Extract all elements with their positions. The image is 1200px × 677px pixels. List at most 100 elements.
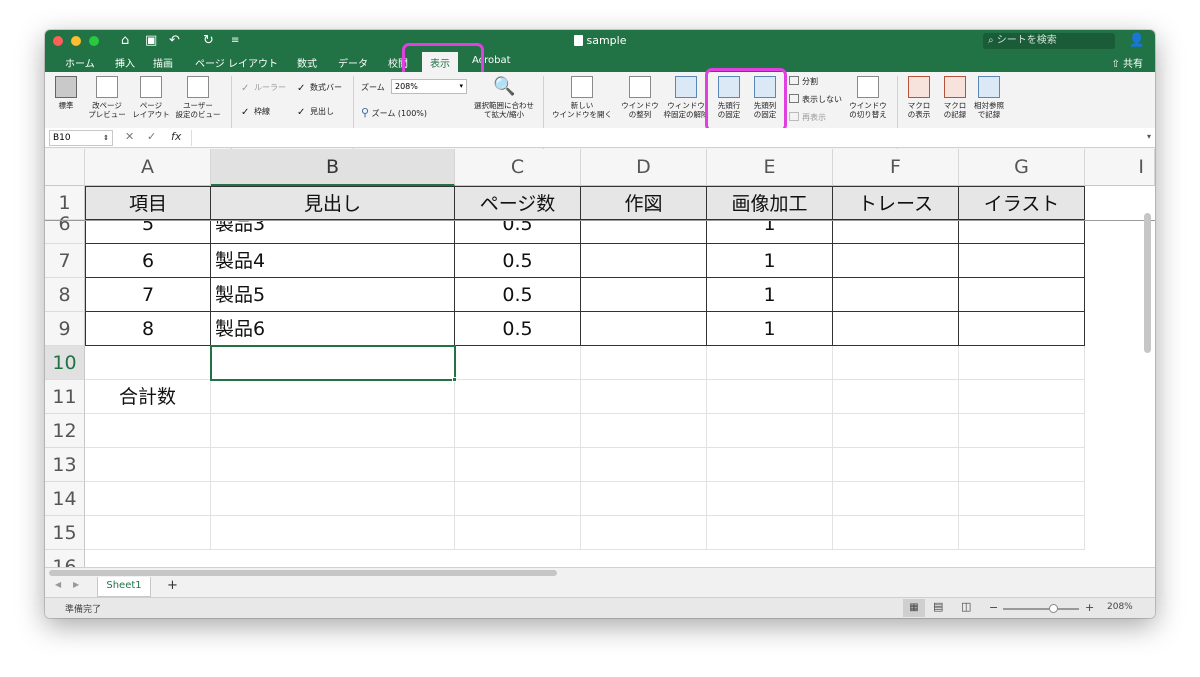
add-sheet-button[interactable]: + (167, 578, 178, 593)
name-box[interactable]: B10 ⇕ (49, 130, 113, 146)
column-header-g[interactable]: G (959, 149, 1085, 186)
row-header[interactable]: 12 (45, 414, 85, 448)
sheet-tab-sheet1[interactable]: Sheet1 (97, 577, 151, 597)
column-header-b[interactable]: B (211, 149, 455, 186)
grid-cell[interactable] (211, 380, 455, 414)
grid-cell[interactable] (581, 312, 707, 346)
switch-windows-button[interactable]: ウインドウ の切り替え (843, 76, 893, 119)
fill-handle[interactable] (452, 377, 457, 382)
grid-cell[interactable] (959, 516, 1085, 550)
scroll-sheets-left-icon[interactable]: ◀ (55, 580, 61, 589)
grid-cell[interactable]: 製品6 (211, 312, 455, 346)
grid-cell[interactable] (959, 380, 1085, 414)
horizontal-scrollbar[interactable] (49, 570, 557, 576)
zoom-to-selection-button[interactable]: 🔍 選択範囲に合わせ て拡大/縮小 (471, 76, 537, 119)
total-label-cell[interactable]: 合計数 (85, 380, 211, 414)
unhide-window-button[interactable]: 再表示 (789, 112, 826, 123)
grid-cell[interactable] (833, 244, 959, 278)
arrange-windows-button[interactable]: ウインドウ の整列 (617, 76, 663, 119)
row-header[interactable]: 6 (45, 215, 85, 244)
column-header-f[interactable]: F (833, 149, 959, 186)
grid-cell[interactable]: 7 (85, 278, 211, 312)
column-header-a[interactable]: A (85, 149, 211, 186)
grid-cell[interactable] (455, 346, 581, 380)
grid-cell[interactable] (581, 414, 707, 448)
grid-cell[interactable] (833, 312, 959, 346)
new-window-button[interactable]: 新しい ウインドウを開く (549, 76, 615, 119)
row-header[interactable]: 7 (45, 244, 85, 278)
grid-cell[interactable] (833, 380, 959, 414)
zoom-percentage[interactable]: 208% (1107, 602, 1133, 612)
grid-cell[interactable]: 8 (85, 312, 211, 346)
grid-cell[interactable] (85, 448, 211, 482)
grid-cell[interactable]: 1 (707, 312, 833, 346)
grid-cell[interactable] (211, 414, 455, 448)
grid-cell[interactable] (455, 482, 581, 516)
scroll-sheets-right-icon[interactable]: ▶ (73, 580, 79, 589)
ruler-checkbox[interactable]: ✓ ルーラー (241, 82, 286, 94)
grid-cell[interactable]: 6 (85, 244, 211, 278)
grid-cell[interactable] (959, 482, 1085, 516)
grid-cell[interactable] (455, 516, 581, 550)
grid-cell[interactable] (959, 414, 1085, 448)
header-cell-pages[interactable]: ページ数 (455, 186, 581, 220)
hide-window-button[interactable]: 表示しない (789, 94, 842, 105)
column-header-e[interactable]: E (707, 149, 833, 186)
share-button[interactable]: ⇧ 共有 (1111, 55, 1143, 70)
grid-cell[interactable] (707, 346, 833, 380)
tab-insert[interactable]: 挿入 (115, 55, 135, 70)
header-cell-drawing[interactable]: 作図 (581, 186, 707, 220)
unfreeze-panes-button[interactable]: ウィンドウ 枠固定の解除 (661, 76, 711, 119)
zoom-slider-thumb[interactable] (1049, 604, 1058, 613)
record-macro-button[interactable]: マクロ の記録 (937, 76, 973, 119)
grid-cell[interactable] (959, 244, 1085, 278)
page-break-status-icon[interactable]: ◫ (961, 600, 971, 613)
row-header[interactable]: 14 (45, 482, 85, 516)
grid-cell[interactable] (581, 278, 707, 312)
grid-cell[interactable]: 1 (707, 278, 833, 312)
column-header-next[interactable]: I (1085, 149, 1155, 186)
zoom-out-button[interactable]: − (989, 601, 998, 614)
headings-checkbox[interactable]: ✓ 見出し (297, 106, 334, 118)
row-header[interactable]: 13 (45, 448, 85, 482)
grid-cell[interactable] (833, 482, 959, 516)
grid-cell[interactable] (85, 482, 211, 516)
formula-bar-checkbox[interactable]: ✓ 数式バー (297, 82, 342, 94)
grid-cell[interactable]: 0.5 (455, 220, 581, 244)
grid-cell[interactable] (581, 244, 707, 278)
grid-cell[interactable] (833, 516, 959, 550)
grid-cell[interactable] (833, 448, 959, 482)
grid-cell[interactable] (707, 516, 833, 550)
custom-views-button[interactable]: ユーザー 設定のビュー (173, 76, 223, 119)
row-header[interactable]: 9 (45, 312, 85, 346)
header-cell-item[interactable]: 項目 (85, 186, 211, 220)
tab-formulas[interactable]: 数式 (297, 55, 317, 70)
zoom-select[interactable]: 208% ▾ (391, 79, 467, 94)
enter-icon[interactable]: ✓ (147, 130, 156, 143)
row-header-selected[interactable]: 10 (45, 346, 85, 380)
grid-cell[interactable] (211, 448, 455, 482)
page-break-preview-button[interactable]: 改ページ プレビュー (85, 76, 129, 119)
relative-reference-button[interactable]: 相対参照 で記録 (971, 76, 1007, 119)
tab-draw[interactable]: 描画 (153, 55, 173, 70)
header-cell-trace[interactable]: トレース (833, 186, 959, 220)
cancel-icon[interactable]: ✕ (125, 130, 134, 143)
grid-cell[interactable] (707, 380, 833, 414)
grid-cell[interactable] (455, 380, 581, 414)
grid-cell[interactable]: 製品4 (211, 244, 455, 278)
grid-cell[interactable]: 0.5 (455, 278, 581, 312)
grid-cell[interactable]: 製品3 (211, 220, 455, 244)
column-header-d[interactable]: D (581, 149, 707, 186)
split-button[interactable]: 分割 (789, 76, 818, 87)
select-all-corner[interactable] (45, 149, 85, 186)
grid-cell[interactable]: 1 (707, 244, 833, 278)
grid-cell[interactable] (85, 516, 211, 550)
grid-cell[interactable] (959, 448, 1085, 482)
grid-cell[interactable] (959, 346, 1085, 380)
gridlines-checkbox[interactable]: ✓ 枠線 (241, 106, 270, 118)
row-header[interactable]: 15 (45, 516, 85, 550)
grid-cell[interactable] (455, 414, 581, 448)
normal-view-status-icon[interactable]: ▦ (903, 599, 925, 617)
tab-page-layout[interactable]: ページ レイアウト (195, 55, 278, 70)
grid-cell[interactable] (959, 312, 1085, 346)
